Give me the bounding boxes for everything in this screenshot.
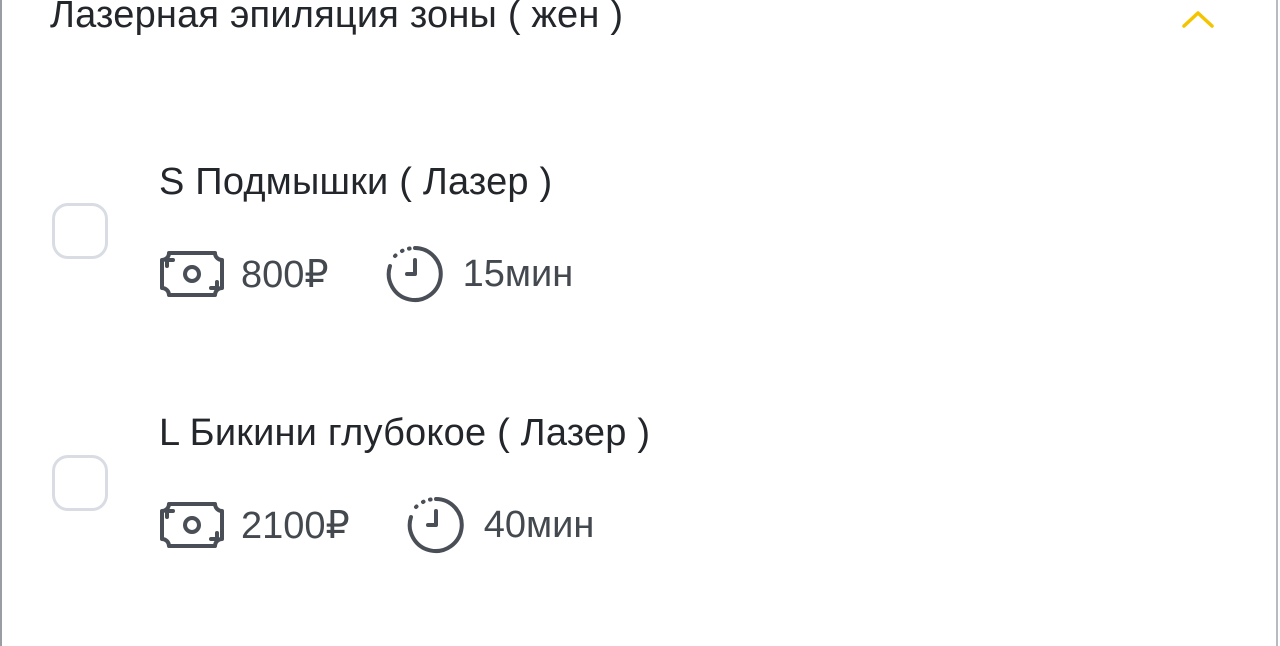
clock-icon	[385, 244, 445, 304]
service-duration: 40мин	[483, 503, 595, 546]
service-duration: 15мин	[462, 252, 574, 295]
chevron-up-icon[interactable]	[1178, 4, 1218, 34]
service-checkbox[interactable]	[52, 455, 108, 511]
section-header[interactable]: Лазерная эпиляция зоны ( жен )	[50, 0, 1230, 44]
service-name: S Подмышки ( Лазер )	[159, 161, 553, 203]
service-price: 800₽	[241, 253, 329, 296]
service-name: L Бикини глубокое ( Лазер )	[159, 412, 651, 454]
content-frame: Лазерная эпиляция зоны ( жен ) S Подмышк…	[0, 0, 1278, 646]
service-meta: 800₽ 15мин	[159, 246, 573, 302]
money-icon	[159, 250, 225, 298]
service-price: 2100₽	[241, 504, 350, 547]
service-meta: 2100₽ 40мин	[159, 497, 594, 553]
clock-icon	[406, 495, 466, 555]
money-icon	[159, 501, 225, 549]
service-checkbox[interactable]	[52, 203, 108, 259]
section-title: Лазерная эпиляция зоны ( жен )	[50, 0, 624, 36]
